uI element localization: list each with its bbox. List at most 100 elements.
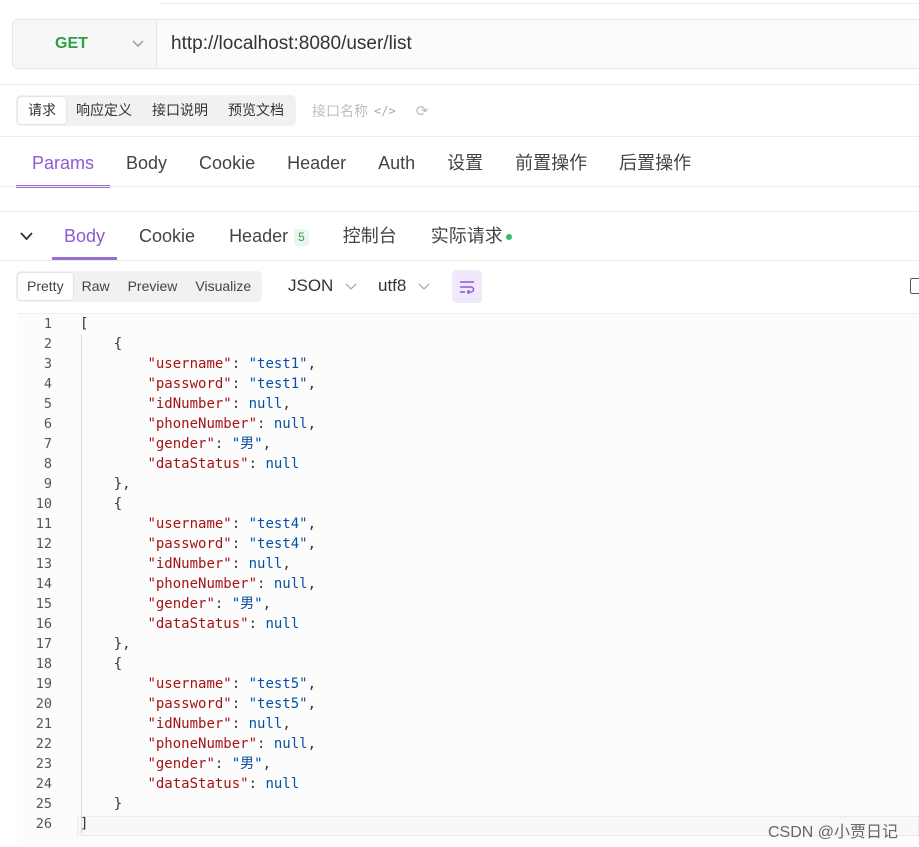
line-number: 24 bbox=[35, 776, 52, 792]
line-number: 9 bbox=[43, 476, 52, 492]
line-number: 6 bbox=[43, 416, 52, 432]
divider bbox=[0, 186, 919, 187]
code-icon[interactable]: </> bbox=[374, 104, 396, 118]
sync-icon[interactable]: ⟳ bbox=[416, 102, 429, 120]
code-line: 10 { bbox=[17, 494, 919, 514]
response-tabs: Body Cookie Header 5 控制台 实际请求 bbox=[0, 212, 534, 260]
code-text: [ bbox=[80, 316, 89, 332]
view-pretty[interactable]: Pretty bbox=[18, 273, 73, 300]
code-line: 5 "idNumber": null, bbox=[17, 394, 919, 414]
response-body-editor[interactable]: 1[2 {3 "username": "test1", 4 "password":… bbox=[17, 313, 919, 847]
method-select[interactable]: GET bbox=[13, 20, 157, 68]
tab-settings[interactable]: 设置 bbox=[431, 138, 499, 188]
code-text: { bbox=[80, 656, 123, 672]
code-line: 8 "dataStatus": null bbox=[17, 454, 919, 474]
code-line: 24 "dataStatus": null bbox=[17, 774, 919, 794]
code-line: 25 } bbox=[17, 794, 919, 814]
code-line: 6 "phoneNumber": null, bbox=[17, 414, 919, 434]
wrap-icon bbox=[460, 280, 475, 294]
code-line: 17 }, bbox=[17, 634, 919, 654]
tab-response-definition[interactable]: 响应定义 bbox=[66, 97, 142, 124]
tab-request[interactable]: 请求 bbox=[18, 97, 66, 124]
code-text: "username": "test1", bbox=[147, 356, 317, 372]
chevron-down-icon bbox=[418, 279, 430, 294]
code-line: 19 "username": "test5", bbox=[17, 674, 919, 694]
code-line: 16 "dataStatus": null bbox=[17, 614, 919, 634]
watermark: CSDN @小贾日记 bbox=[768, 824, 899, 841]
line-number: 26 bbox=[35, 816, 52, 832]
tab-auth[interactable]: Auth bbox=[362, 138, 431, 188]
line-number: 14 bbox=[35, 576, 52, 592]
code-line: 14 "phoneNumber": null, bbox=[17, 574, 919, 594]
code-line: 4 "password": "test1", bbox=[17, 374, 919, 394]
tab-params[interactable]: Params bbox=[16, 138, 111, 188]
header-count-badge: 5 bbox=[294, 228, 309, 246]
tab-api-description[interactable]: 接口说明 bbox=[142, 97, 218, 124]
chevron-down-icon bbox=[345, 279, 357, 294]
view-raw[interactable]: Raw bbox=[73, 273, 119, 300]
line-number: 18 bbox=[35, 656, 52, 672]
code-text: "phoneNumber": null, bbox=[147, 736, 317, 752]
format-select[interactable]: JSON bbox=[288, 276, 357, 296]
top-border bbox=[160, 0, 919, 4]
tab-actual-request[interactable]: 实际请求 bbox=[419, 212, 524, 260]
code-line: 23 "gender": "男", bbox=[17, 754, 919, 774]
code-line: 7 "gender": "男", bbox=[17, 434, 919, 454]
line-number: 25 bbox=[35, 796, 52, 812]
tab-console[interactable]: 控制台 bbox=[331, 212, 409, 260]
encoding-select[interactable]: utf8 bbox=[378, 276, 430, 296]
code-text: "password": "test1", bbox=[147, 376, 317, 392]
code-text: "gender": "男", bbox=[147, 596, 272, 612]
line-number: 17 bbox=[35, 636, 52, 652]
doc-tabs: 请求 响应定义 接口说明 预览文档 bbox=[16, 95, 296, 126]
code-text: "phoneNumber": null, bbox=[147, 576, 317, 592]
divider bbox=[0, 136, 919, 137]
tab-header[interactable]: Header bbox=[271, 138, 362, 188]
code-line: 3 "username": "test1", bbox=[17, 354, 919, 374]
tab-cookie[interactable]: Cookie bbox=[183, 138, 271, 188]
word-wrap-button[interactable] bbox=[452, 270, 482, 303]
tab-preview-doc[interactable]: 预览文档 bbox=[218, 97, 294, 124]
url-bar: GET http://localhost:8080/user/list bbox=[12, 19, 919, 69]
tab-response-cookie[interactable]: Cookie bbox=[127, 212, 207, 260]
tab-pre-request[interactable]: 前置操作 bbox=[499, 138, 603, 188]
view-preview[interactable]: Preview bbox=[119, 273, 187, 300]
code-text: "phoneNumber": null, bbox=[147, 416, 317, 432]
code-text: }, bbox=[80, 636, 131, 652]
code-text: { bbox=[80, 336, 123, 352]
api-name-field[interactable]: 接口名称 </> ⟳ bbox=[312, 101, 428, 121]
url-input[interactable]: http://localhost:8080/user/list bbox=[157, 20, 919, 68]
code-text: "dataStatus": null bbox=[147, 616, 300, 632]
tab-body[interactable]: Body bbox=[110, 138, 183, 188]
line-number: 20 bbox=[35, 696, 52, 712]
tab-response-body[interactable]: Body bbox=[52, 212, 118, 260]
line-number: 10 bbox=[35, 496, 52, 512]
code-text: "username": "test4", bbox=[147, 516, 317, 532]
line-number: 19 bbox=[35, 676, 52, 692]
line-number: 13 bbox=[35, 556, 52, 572]
chevron-down-icon bbox=[132, 35, 144, 53]
code-text: "idNumber": null, bbox=[147, 396, 291, 412]
code-line: 21 "idNumber": null, bbox=[17, 714, 919, 734]
code-text: "password": "test4", bbox=[147, 536, 317, 552]
code-text: "gender": "男", bbox=[147, 756, 272, 772]
line-number: 15 bbox=[35, 596, 52, 612]
code-line: 20 "password": "test5", bbox=[17, 694, 919, 714]
code-line: 12 "password": "test4", bbox=[17, 534, 919, 554]
view-visualize[interactable]: Visualize bbox=[186, 273, 260, 300]
line-number: 3 bbox=[43, 356, 52, 372]
line-number: 21 bbox=[35, 716, 52, 732]
code-text: "username": "test5", bbox=[147, 676, 317, 692]
tab-post-request[interactable]: 后置操作 bbox=[603, 138, 707, 188]
divider bbox=[0, 260, 919, 261]
view-mode-group: Pretty Raw Preview Visualize bbox=[16, 271, 263, 302]
tab-response-header[interactable]: Header 5 bbox=[217, 212, 321, 260]
line-number: 7 bbox=[43, 436, 52, 452]
code-text: { bbox=[80, 496, 123, 512]
code-text: "idNumber": null, bbox=[147, 556, 291, 572]
collapse-chevron-icon[interactable] bbox=[0, 228, 52, 244]
code-line: 2 { bbox=[17, 334, 919, 354]
line-number: 1 bbox=[43, 316, 52, 332]
copy-icon[interactable] bbox=[910, 278, 919, 294]
line-number: 12 bbox=[35, 536, 52, 552]
